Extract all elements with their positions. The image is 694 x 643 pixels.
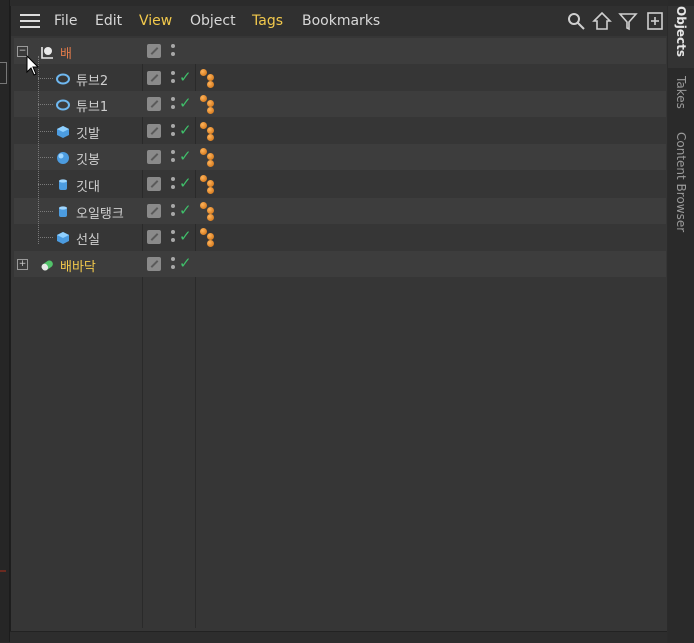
enabled-check-icon[interactable]: ✓ — [179, 121, 192, 139]
object-manager-panel: File Edit View Object Tags Bookmarks − 배 튜… — [10, 6, 667, 631]
visibility-dots-icon[interactable] — [170, 43, 176, 60]
layer-toggle[interactable] — [147, 203, 161, 218]
object-name[interactable]: 배바닥 — [60, 256, 96, 275]
menu-view[interactable]: View — [139, 13, 172, 29]
object-name[interactable]: 깃대 — [76, 176, 100, 195]
bottom-status-strip — [10, 631, 667, 643]
sphere-icon — [56, 150, 70, 165]
menu-tags[interactable]: Tags — [252, 13, 283, 29]
enabled-check-icon[interactable]: ✓ — [179, 227, 192, 245]
visibility-dots-icon[interactable] — [170, 203, 176, 220]
tree-connector — [38, 77, 53, 79]
tree-connector — [38, 157, 53, 159]
expand-toggle-icon[interactable]: + — [17, 258, 28, 270]
tree-connector — [38, 184, 53, 185]
tree-connector — [38, 104, 53, 106]
menu-file[interactable]: File — [54, 13, 77, 29]
enabled-check-icon[interactable]: ✓ — [179, 147, 192, 165]
cylinder-icon — [56, 204, 70, 218]
enabled-check-icon[interactable]: ✓ — [179, 174, 192, 192]
layer-toggle[interactable] — [147, 177, 161, 191]
tube-icon — [56, 71, 70, 85]
tube-icon — [56, 97, 70, 111]
left-panel-handle[interactable] — [0, 62, 7, 84]
visibility-dots-icon[interactable] — [170, 96, 176, 113]
visibility-dots-icon[interactable] — [170, 256, 176, 273]
capsule-icon — [40, 257, 54, 271]
material-tag-icon[interactable] — [199, 200, 221, 222]
layer-toggle[interactable] — [147, 256, 161, 271]
layer-toggle[interactable] — [147, 123, 161, 138]
object-name[interactable]: 깃발 — [76, 123, 100, 142]
visibility-dots-icon[interactable] — [170, 123, 176, 140]
hamburger-menu-icon[interactable] — [20, 14, 40, 28]
object-row[interactable]: 선실 ✓ — [14, 224, 666, 250]
object-row[interactable]: 깃대 ✓ — [14, 171, 666, 197]
object-row[interactable]: 튜브2 ✓ — [14, 65, 666, 91]
side-tab-bar: Objects Takes Content Browser — [668, 0, 694, 642]
left-edge-marker — [0, 570, 6, 572]
layer-toggle[interactable] — [147, 150, 161, 165]
object-name[interactable]: 배 — [60, 43, 72, 62]
tab-objects[interactable]: Objects — [668, 6, 694, 68]
visibility-dots-icon[interactable] — [170, 229, 176, 246]
search-icon[interactable] — [566, 11, 586, 31]
mouse-cursor-icon — [26, 55, 40, 76]
tab-takes[interactable]: Takes — [668, 76, 694, 120]
tree-connector — [38, 130, 53, 132]
left-edge-strip — [0, 0, 10, 642]
cylinder-icon — [56, 177, 70, 191]
visibility-dots-icon[interactable] — [170, 149, 176, 166]
object-name[interactable]: 오일탱크 — [76, 203, 124, 222]
layer-toggle[interactable] — [147, 97, 161, 112]
menu-bar: File Edit View Object Tags Bookmarks — [11, 6, 667, 36]
layer-toggle[interactable] — [147, 70, 161, 85]
layer-toggle[interactable] — [147, 44, 161, 58]
layer-toggle[interactable] — [147, 230, 161, 245]
cube-icon — [56, 124, 70, 138]
enabled-check-icon[interactable]: ✓ — [179, 201, 192, 219]
enabled-check-icon[interactable]: ✓ — [179, 254, 192, 272]
menu-edit[interactable]: Edit — [95, 13, 122, 29]
tab-content-browser[interactable]: Content Browser — [668, 132, 694, 244]
object-name[interactable]: 선실 — [76, 229, 100, 248]
object-row[interactable]: 오일탱크 ✓ — [14, 197, 666, 224]
object-row[interactable]: − 배 — [14, 38, 666, 64]
material-tag-icon[interactable] — [199, 173, 221, 195]
object-name[interactable]: 깃봉 — [76, 149, 100, 168]
object-name[interactable]: 튜브2 — [76, 70, 108, 89]
object-row[interactable]: 깃발 ✓ — [14, 118, 666, 144]
object-row[interactable]: + 배바닥 ✓ — [14, 250, 666, 277]
menu-bookmarks[interactable]: Bookmarks — [302, 13, 380, 29]
tree-connector-vertical — [38, 56, 39, 245]
null-object-icon — [40, 44, 54, 59]
filter-icon[interactable] — [618, 11, 638, 31]
object-row[interactable]: 깃봉 ✓ — [14, 144, 666, 171]
object-name[interactable]: 튜브1 — [76, 96, 108, 115]
material-tag-icon[interactable] — [199, 226, 221, 248]
tree-connector — [38, 210, 53, 212]
material-tag-icon[interactable] — [199, 67, 221, 89]
object-row[interactable]: 튜브1 ✓ — [14, 91, 666, 118]
new-window-icon[interactable] — [645, 11, 665, 31]
material-tag-icon[interactable] — [199, 146, 221, 168]
visibility-dots-icon[interactable] — [170, 70, 176, 87]
material-tag-icon[interactable] — [199, 120, 221, 142]
cube-icon — [56, 230, 70, 245]
home-up-icon[interactable] — [592, 11, 612, 31]
visibility-dots-icon[interactable] — [170, 176, 176, 193]
menu-object[interactable]: Object — [190, 13, 236, 29]
material-tag-icon[interactable] — [199, 93, 221, 115]
enabled-check-icon[interactable]: ✓ — [179, 68, 192, 86]
enabled-check-icon[interactable]: ✓ — [179, 94, 192, 112]
tree-connector — [38, 237, 53, 239]
